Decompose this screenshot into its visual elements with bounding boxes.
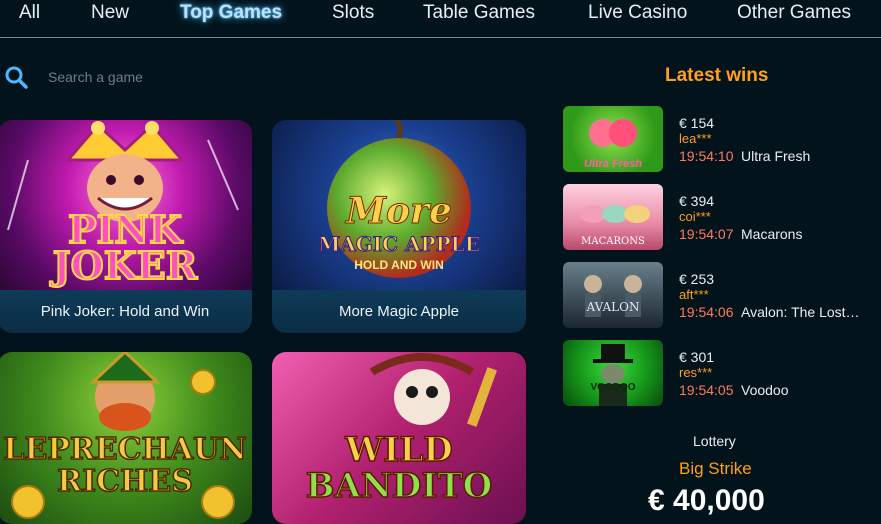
- game-logo: WILD BANDITO: [305, 430, 493, 506]
- lottery-label: Lottery: [693, 433, 736, 449]
- game-thumbnail: More MAGIC APPLE HOLD AND WIN: [272, 120, 526, 290]
- win-user: coi***: [679, 209, 711, 224]
- tab-all[interactable]: All: [19, 2, 40, 24]
- game-card-pink-joker[interactable]: PINK JOKER Pink Joker: Hold and Win: [0, 120, 252, 333]
- tab-new[interactable]: New: [91, 2, 129, 24]
- game-logo-line2: MAGIC APPLE: [318, 232, 481, 257]
- win-user: aft***: [679, 287, 709, 302]
- win-item[interactable]: VOODOO € 301 res*** 19:54:05 Voodoo: [563, 340, 881, 408]
- win-game-thumbnail: VOODOO: [563, 340, 663, 406]
- win-item[interactable]: Ultra Fresh € 154 lea*** 19:54:10 Ultra …: [563, 106, 881, 174]
- win-game-name: Macarons: [741, 226, 803, 242]
- tab-live-casino[interactable]: Live Casino: [588, 2, 687, 24]
- win-amount: € 301: [679, 349, 715, 365]
- tab-other-games[interactable]: Other Games: [737, 2, 851, 24]
- game-title: More Magic Apple: [272, 290, 526, 333]
- game-logo-line3: HOLD AND WIN: [354, 258, 444, 272]
- tab-slots[interactable]: Slots: [332, 2, 374, 24]
- win-amount: € 394: [679, 193, 715, 209]
- search-input[interactable]: [46, 64, 350, 90]
- win-time: 19:54:06: [679, 304, 734, 320]
- win-game-name: Ultra Fresh: [741, 148, 811, 164]
- tab-table-games[interactable]: Table Games: [423, 2, 535, 24]
- search-icon[interactable]: [4, 65, 28, 89]
- win-time: 19:54:07: [679, 226, 734, 242]
- game-title: Pink Joker: Hold and Win: [0, 290, 252, 333]
- lottery-jackpot-amount: € 40,000: [648, 484, 765, 517]
- win-item[interactable]: AVALON € 253 aft*** 19:54:06 Avalon: The…: [563, 262, 881, 330]
- win-amount: € 154: [679, 115, 715, 131]
- latest-wins-title: Latest wins: [665, 65, 769, 86]
- search-bar: [4, 62, 534, 92]
- category-nav: All New Top Games Slots Table Games Live…: [0, 0, 881, 38]
- game-card-more-magic-apple[interactable]: More MAGIC APPLE HOLD AND WIN More Magic…: [272, 120, 526, 333]
- win-amount: € 253: [679, 271, 715, 287]
- lottery-name[interactable]: Big Strike: [679, 459, 752, 479]
- win-user: res***: [679, 365, 713, 380]
- win-user: lea***: [679, 131, 712, 146]
- game-logo: PINK JOKER: [52, 207, 199, 288]
- win-game-thumbnail: MACARONS: [563, 184, 663, 250]
- win-game-name: Voodoo: [741, 382, 789, 398]
- game-card-wild-bandito[interactable]: WILD BANDITO: [272, 352, 526, 524]
- game-thumbnail: WILD BANDITO: [272, 352, 526, 524]
- tab-top-games[interactable]: Top Games: [180, 2, 282, 24]
- game-thumbnail: PINK JOKER: [0, 120, 252, 290]
- win-game-thumbnail: AVALON: [563, 262, 663, 328]
- voodoo-figure-icon: [593, 344, 633, 406]
- win-item[interactable]: MACARONS € 394 coi*** 19:54:07 Macarons: [563, 184, 881, 252]
- game-logo-line1: More: [346, 190, 453, 233]
- knights-icon: [584, 275, 642, 317]
- win-time: 19:54:05: [679, 382, 734, 398]
- win-game-name: Avalon: The Lost…: [741, 304, 860, 320]
- game-card-leprechaun-riches[interactable]: LEPRECHAUN RICHES: [0, 352, 252, 524]
- game-logo: LEPRECHAUN RICHES: [3, 432, 248, 499]
- win-time: 19:54:10: [679, 148, 734, 164]
- game-thumbnail: LEPRECHAUN RICHES: [0, 352, 252, 524]
- win-game-thumbnail: Ultra Fresh: [563, 106, 663, 172]
